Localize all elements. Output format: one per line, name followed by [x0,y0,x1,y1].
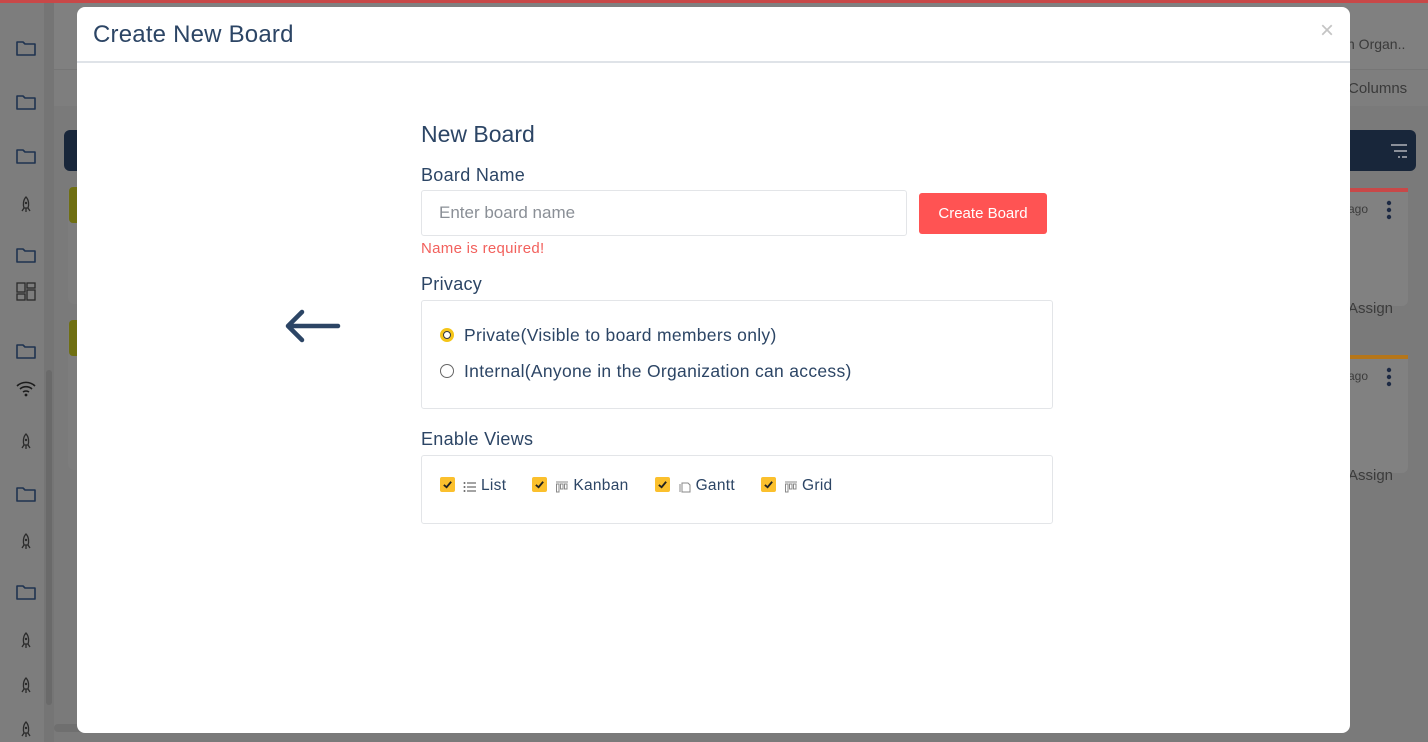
privacy-options: Private(Visible to board members only) I… [421,300,1053,409]
folder-icon[interactable] [14,243,38,267]
modal-header: Create New Board × [77,7,1350,63]
close-icon[interactable]: × [1320,19,1334,43]
internal-radio[interactable] [440,364,454,378]
task-age: ago [1348,369,1369,383]
view-option-gantt[interactable]: Gantt [654,476,735,496]
task-card[interactable]: ago Assign [1340,355,1408,484]
private-radio[interactable] [440,328,454,342]
priority-bar [1340,355,1408,359]
arrow-left-icon[interactable] [282,307,342,345]
assign-button[interactable]: Assign [1348,467,1393,484]
gantt-label: Gantt [695,477,735,494]
list-icon [463,482,476,492]
view-option-list[interactable]: List [440,476,506,496]
grid-label: Grid [802,477,833,494]
rocket-icon[interactable] [14,193,38,217]
rocket-icon[interactable] [14,629,38,653]
internal-radio-label: Internal(Anyone in the Organization can … [464,360,852,381]
privacy-option-internal[interactable]: Internal(Anyone in the Organization can … [440,359,1052,383]
grid-checkbox[interactable] [761,476,776,492]
rocket-icon[interactable] [14,530,38,554]
kebab-menu-icon[interactable] [1386,200,1392,220]
kanban-checkbox[interactable] [532,476,548,492]
assign-button[interactable]: Assign [1348,300,1393,317]
kanban-icon [556,481,569,493]
filter-icon[interactable] [1388,142,1408,160]
dashboard-icon[interactable] [14,280,38,304]
folder-icon[interactable] [14,482,38,506]
privacy-option-private[interactable]: Private(Visible to board members only) [440,323,1052,347]
board-name-row: Create Board [421,190,1053,236]
folder-icon[interactable] [14,144,38,168]
folder-icon[interactable] [14,36,38,60]
modal-title: Create New Board [93,21,294,48]
gantt-icon [679,482,691,493]
board-name-label: Board Name [421,165,526,185]
folder-icon[interactable] [14,90,38,114]
enable-views-label: Enable Views [421,429,534,449]
rocket-icon[interactable] [14,718,38,742]
task-card[interactable]: ago Assign [1340,188,1408,317]
folder-icon[interactable] [14,339,38,363]
private-radio-label: Private(Visible to board members only) [464,324,777,345]
rocket-icon[interactable] [14,674,38,698]
new-board-form: New Board Board Name Create Board Name i… [421,121,1053,524]
grid-view-icon [785,481,797,493]
view-option-kanban[interactable]: Kanban [532,476,628,496]
create-board-modal: Create New Board × New Board Board Name … [77,7,1350,733]
name-required-error: Name is required! [421,240,545,257]
wifi-icon[interactable] [14,377,38,401]
columns-button[interactable]: Columns [1348,80,1407,97]
top-accent-bar [0,0,1428,3]
priority-bar [1340,188,1408,192]
sidebar [0,0,54,742]
gantt-checkbox[interactable] [654,476,670,492]
folder-icon[interactable] [14,580,38,604]
board-name-input[interactable] [421,190,907,236]
sidebar-scrollbar[interactable] [46,370,52,705]
task-age: ago [1348,202,1369,216]
rocket-icon[interactable] [14,430,38,454]
view-option-grid[interactable]: Grid [761,476,832,496]
views-options: List Kanban Gantt Grid [421,455,1053,524]
organization-name: n Organ.. [1347,36,1406,52]
privacy-label: Privacy [421,274,483,294]
kebab-menu-icon[interactable] [1386,367,1392,387]
kanban-label: Kanban [573,477,629,494]
create-board-button[interactable]: Create Board [919,193,1047,234]
form-title: New Board [421,121,535,147]
list-label: List [481,477,507,494]
list-checkbox[interactable] [440,476,455,492]
